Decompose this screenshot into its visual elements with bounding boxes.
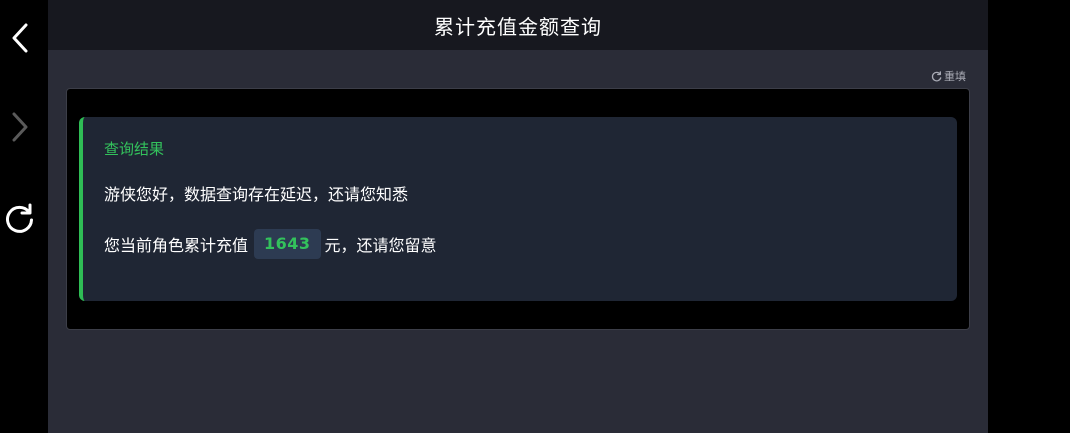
reload-button[interactable] — [4, 202, 36, 234]
chevron-right-icon — [12, 112, 28, 142]
reload-icon — [6, 203, 33, 233]
result-card: 查询结果 游侠您好，数据查询存在延迟，还请您知悉 您当前角色累计充值 1643 … — [79, 117, 957, 301]
page-panel: 累计充值金额查询 重填 查询结果 游侠您好，数据查询存在延迟，还请您知悉 您当前… — [48, 0, 988, 433]
forward-button[interactable] — [4, 111, 36, 143]
result-title: 查询结果 — [104, 140, 165, 158]
page-title: 累计充值金额查询 — [434, 14, 602, 39]
reset-label: 重填 — [944, 70, 966, 83]
back-button[interactable] — [4, 22, 36, 54]
reset-button[interactable]: 重填 — [931, 68, 966, 84]
recharge-prefix: 您当前角色累计充值 — [104, 236, 249, 255]
app-root: 累计充值金额查询 重填 查询结果 游侠您好，数据查询存在延迟，还请您知悉 您当前… — [0, 0, 1070, 433]
recharge-summary: 您当前角色累计充值 1643 元，还请您留意 — [104, 229, 437, 259]
right-margin — [988, 0, 1070, 433]
recharge-suffix: 元，还请您留意 — [324, 236, 437, 255]
browser-nav-bar — [0, 0, 48, 433]
refresh-icon — [931, 70, 942, 81]
result-message: 游侠您好，数据查询存在延迟，还请您知悉 — [104, 185, 409, 204]
result-frame: 查询结果 游侠您好，数据查询存在延迟，还请您知悉 您当前角色累计充值 1643 … — [66, 88, 970, 330]
recharge-amount: 1643 — [254, 229, 321, 259]
page-header: 累计充值金额查询 — [48, 0, 988, 50]
chevron-left-icon — [12, 23, 28, 53]
